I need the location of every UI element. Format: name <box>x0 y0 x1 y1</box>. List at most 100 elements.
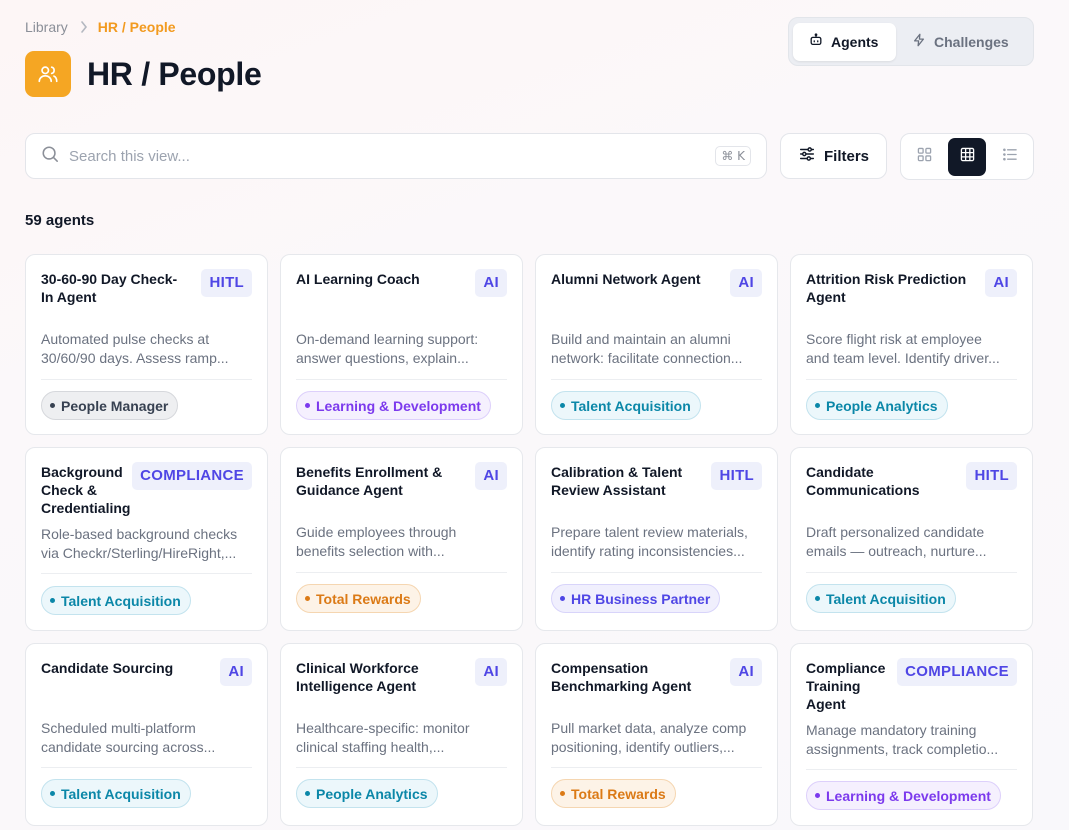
card-divider <box>806 769 1017 770</box>
card-divider <box>806 379 1017 380</box>
agent-card-description: Score flight risk at employee and team le… <box>806 331 1000 366</box>
category-tag[interactable]: Talent Acquisition <box>41 779 191 808</box>
breadcrumb-library-link[interactable]: Library <box>25 19 68 35</box>
category-tag[interactable]: HR Business Partner <box>551 584 721 613</box>
agent-card-title: Benefits Enrollment & Guidance Agent <box>296 464 443 498</box>
agent-card-description: Role-based background checks via Checkr/S… <box>41 526 238 561</box>
agent-card[interactable]: Candidate Communications HITL Draft perso… <box>790 447 1033 631</box>
agent-card-title: Attrition Risk Prediction Agent <box>806 271 967 305</box>
agent-card-title: Alumni Network Agent <box>551 271 701 287</box>
agent-card-description: Scheduled multi-platform candidate sourci… <box>41 720 216 755</box>
category-tag[interactable]: Learning & Development <box>806 781 1001 810</box>
agent-type-badge: HITL <box>201 269 252 297</box>
view-list-button[interactable] <box>991 138 1029 176</box>
tab-challenges[interactable]: Challenges <box>896 23 1025 61</box>
agent-card[interactable]: Candidate Sourcing AI Scheduled multi-pl… <box>25 643 268 826</box>
tab-challenges-label: Challenges <box>934 33 1009 50</box>
view-grid-large-button[interactable] <box>948 137 986 176</box>
agent-type-badge: AI <box>475 269 507 297</box>
card-divider <box>296 767 507 768</box>
view-mode-toggle <box>900 133 1034 180</box>
agent-card[interactable]: Calibration & Talent Review Assistant HIT… <box>535 447 778 631</box>
agent-card[interactable]: Alumni Network Agent AI Build and mainta… <box>535 254 778 435</box>
sliders-icon <box>798 145 816 167</box>
agent-card[interactable]: Background Check & Credentialing COMPLIANC… <box>25 447 268 631</box>
agent-card-title: Compliance Training Agent <box>806 660 886 712</box>
agent-card-title: Calibration & Talent Review Assistant <box>551 464 683 498</box>
page-title: HR / People <box>87 55 262 92</box>
agent-card-description: Build and maintain an alumni network: fac… <box>551 331 743 366</box>
agent-card[interactable]: Benefits Enrollment & Guidance Agent AI G… <box>280 447 523 631</box>
agent-card[interactable]: Clinical Workforce Intelligence Agent AI … <box>280 643 523 826</box>
agent-type-badge: AI <box>475 658 507 686</box>
agent-card-description: Automated pulse checks at 30/60/90 days. … <box>41 331 229 366</box>
agent-card[interactable]: Compliance Training Agent COMPLIANCE Manag… <box>790 643 1033 826</box>
agent-card-title: Background Check & Credentialing <box>41 464 131 516</box>
agent-card-description: Prepare talent review materials, identify… <box>551 524 748 559</box>
agent-card-title: Compensation Benchmarking Agent <box>551 660 692 694</box>
filters-label: Filters <box>823 147 869 165</box>
agent-card-description: On-demand learning support: answer questi… <box>296 331 479 366</box>
agent-type-badge: HITL <box>711 462 762 490</box>
grid-small-icon <box>917 147 932 167</box>
agent-card-title: AI Learning Coach <box>296 271 420 287</box>
agent-type-badge: AI <box>730 658 762 686</box>
agent-type-badge: AI <box>220 658 252 686</box>
category-tag[interactable]: People Analytics <box>296 779 438 808</box>
agent-card-title: Candidate Communications <box>806 464 920 498</box>
agent-type-badge: COMPLIANCE <box>132 462 252 490</box>
agent-card-description: Pull market data, analyze comp positionin… <box>551 720 747 755</box>
agent-type-badge: AI <box>475 462 507 490</box>
users-icon <box>25 51 71 97</box>
agent-card-title: Clinical Workforce Intelligence Agent <box>296 660 419 694</box>
category-tag[interactable]: Total Rewards <box>551 779 676 808</box>
card-divider <box>551 379 762 380</box>
card-divider <box>806 572 1017 573</box>
agent-card-description: Manage mandatory training assignments, tr… <box>806 722 999 757</box>
card-divider <box>41 573 252 574</box>
agent-card-description: Healthcare-specific: monitor clinical sta… <box>296 720 470 755</box>
category-tag[interactable]: Learning & Development <box>296 391 491 420</box>
search-shortcut: ⌘ K <box>715 146 751 166</box>
filters-button[interactable]: Filters <box>780 133 887 179</box>
view-tabs: Agents Challenges <box>788 17 1034 66</box>
breadcrumb-current: HR / People <box>97 19 176 35</box>
card-divider <box>41 379 252 380</box>
agent-card-description: Guide employees through benefits selectio… <box>296 524 457 559</box>
agent-card[interactable]: 30-60-90 Day Check- In Agent HITL Automat… <box>25 254 268 435</box>
view-grid-small-button[interactable] <box>905 138 943 176</box>
category-tag[interactable]: Talent Acquisition <box>41 586 191 615</box>
chevron-right-icon <box>80 21 88 33</box>
category-tag[interactable]: Talent Acquisition <box>806 584 956 613</box>
agent-card[interactable]: Attrition Risk Prediction Agent AI Score … <box>790 254 1033 435</box>
agent-type-badge: COMPLIANCE <box>897 658 1017 686</box>
agent-card-title: 30-60-90 Day Check- In Agent <box>41 271 178 305</box>
search-bar: ⌘ K <box>25 133 767 179</box>
card-divider <box>551 572 762 573</box>
breadcrumb: Library HR / People <box>25 19 176 35</box>
agent-type-badge: HITL <box>966 462 1017 490</box>
search-icon <box>41 145 59 168</box>
card-divider <box>296 379 507 380</box>
agent-type-badge: AI <box>730 269 762 297</box>
agent-card[interactable]: Compensation Benchmarking Agent AI Pull m… <box>535 643 778 826</box>
grid-table-icon <box>960 147 975 167</box>
category-tag[interactable]: Total Rewards <box>296 584 421 613</box>
category-tag[interactable]: People Manager <box>41 391 179 420</box>
agent-card-description: Draft personalized candidate emails — out… <box>806 524 987 559</box>
agent-type-badge: AI <box>985 269 1017 297</box>
tab-agents-label: Agents <box>831 33 879 50</box>
tab-agents[interactable]: Agents <box>793 22 896 61</box>
category-tag[interactable]: People Analytics <box>806 391 948 420</box>
page-header: HR / People <box>25 51 262 97</box>
search-input[interactable] <box>69 147 716 165</box>
list-icon <box>1002 147 1018 167</box>
result-count: 59 agents <box>25 212 95 229</box>
lightning-icon <box>912 33 926 50</box>
card-divider <box>551 767 762 768</box>
agent-card[interactable]: AI Learning Coach AI On-demand learning … <box>280 254 523 435</box>
card-divider <box>41 767 252 768</box>
card-divider <box>296 572 507 573</box>
category-tag[interactable]: Talent Acquisition <box>551 391 701 420</box>
robot-icon <box>809 33 823 50</box>
